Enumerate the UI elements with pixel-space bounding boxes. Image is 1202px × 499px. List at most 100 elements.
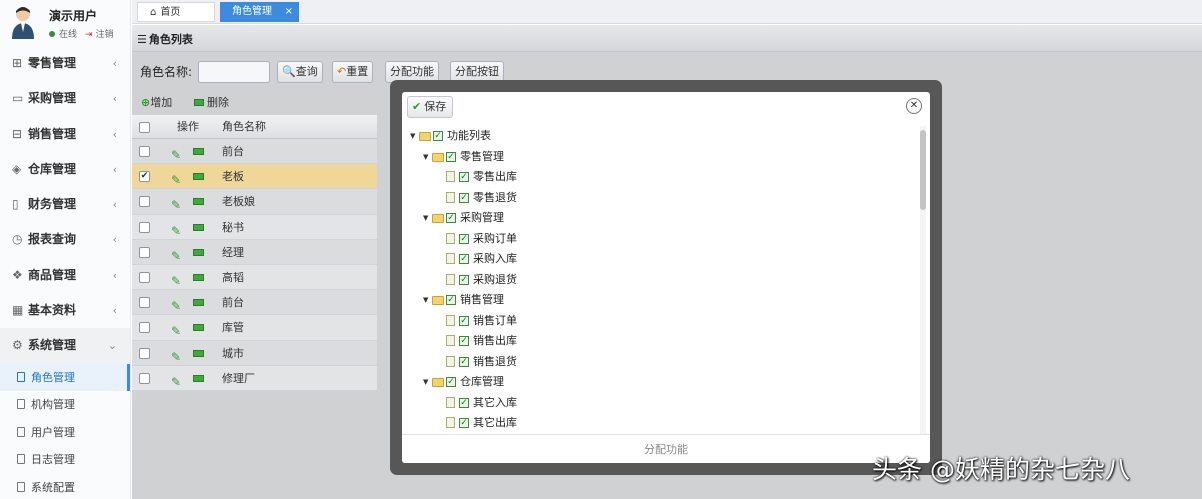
delete-row-icon[interactable] — [193, 374, 204, 382]
tree-checkbox[interactable]: ✓ — [446, 213, 456, 223]
expand-arrow-icon[interactable]: ▼ — [423, 290, 428, 310]
reset-button[interactable]: ↶重置 — [332, 61, 374, 83]
delete-row-icon[interactable] — [193, 299, 204, 307]
tree-checkbox[interactable]: ✓ — [459, 356, 469, 367]
delete-row-icon[interactable] — [193, 198, 204, 206]
select-all-checkbox[interactable] — [139, 122, 150, 133]
close-tab-icon[interactable]: × — [285, 2, 293, 21]
tree-checkbox[interactable]: ✓ — [459, 315, 469, 326]
delete-button[interactable]: 删除 — [194, 91, 229, 114]
table-row[interactable]: ✎ 库管 — [132, 315, 377, 341]
delete-row-icon[interactable] — [193, 173, 204, 181]
menu-system[interactable]: ⚙ 系统管理 ⌄ — [0, 328, 130, 364]
table-row[interactable]: ✎ 秘书 — [132, 214, 377, 240]
row-checkbox[interactable] — [139, 372, 150, 384]
tree-checkbox[interactable]: ✓ — [459, 172, 469, 182]
close-icon[interactable]: ✕ — [906, 98, 922, 114]
table-row[interactable]: ✎ 老板娘 — [132, 189, 377, 215]
row-checkbox[interactable] — [139, 347, 150, 359]
tree-leaf[interactable]: ✓ 销售出库 — [402, 331, 919, 352]
delete-row-icon[interactable] — [193, 148, 204, 155]
tree-checkbox[interactable]: ✓ — [446, 295, 456, 305]
submenu-log[interactable]: 日志管理 — [0, 446, 130, 474]
table-row[interactable]: ✎ 高韬 — [132, 264, 377, 291]
submenu-org[interactable]: 机构管理 — [0, 391, 130, 419]
query-button[interactable]: 🔍查询 — [277, 61, 323, 83]
tree-checkbox[interactable]: ✓ — [446, 377, 456, 387]
tree-checkbox[interactable]: ✓ — [459, 274, 469, 285]
add-button[interactable]: ⊕增加 — [141, 91, 172, 114]
tree-checkbox[interactable]: ✓ — [446, 151, 456, 162]
tree-checkbox[interactable]: ✓ — [459, 233, 469, 244]
tree-group[interactable]: ▼ ✓ 销售管理 — [402, 290, 919, 311]
tree-checkbox[interactable]: ✓ — [459, 192, 469, 203]
tree-root[interactable]: ▼ ✓ 功能列表 — [402, 126, 919, 147]
tree-group[interactable]: ▼ ✓ 采购管理 — [402, 208, 919, 229]
delete-row-icon[interactable] — [193, 248, 204, 256]
edit-icon[interactable]: ✎ — [171, 370, 181, 395]
expand-arrow-icon[interactable]: ▼ — [423, 372, 428, 392]
tree-checkbox[interactable]: ✓ — [459, 397, 469, 408]
submenu-user[interactable]: 用户管理 — [0, 419, 130, 447]
tree-checkbox[interactable]: ✓ — [459, 418, 469, 428]
file-icon — [446, 191, 455, 203]
table-row-selected[interactable]: ✔ ✎ 老板 — [132, 164, 377, 190]
menu-goods[interactable]: ❖ 商品管理 ‹ — [0, 258, 130, 293]
logout-icon[interactable]: ⇥ — [85, 30, 93, 40]
tree-checkbox[interactable]: ✓ — [459, 336, 469, 346]
tree-checkbox[interactable]: ✓ — [459, 254, 469, 264]
submenu-config[interactable]: 系统配置 — [0, 474, 130, 499]
expand-arrow-icon[interactable]: ▼ — [423, 147, 428, 167]
expand-arrow-icon[interactable]: ▼ — [423, 208, 428, 228]
tree-leaf[interactable]: ✓ 采购订单 — [402, 229, 919, 250]
tree-leaf[interactable]: ✓ 销售退货 — [402, 352, 919, 373]
tree-scrollbar[interactable] — [920, 126, 926, 434]
tree-leaf[interactable]: ✓ 其它出库 — [402, 413, 919, 434]
table-row[interactable]: ✎ 前台 — [132, 290, 377, 316]
delete-row-icon[interactable] — [193, 273, 204, 281]
menu-basic[interactable]: ▦ 基本资料 ‹ — [0, 293, 130, 328]
table-row[interactable]: ✎ 经理 — [132, 239, 377, 265]
rolename-input[interactable] — [198, 61, 270, 83]
tree-group[interactable]: ▼ ✓ 仓库管理 — [402, 372, 919, 393]
tree-leaf[interactable]: ✓ 零售退货 — [402, 188, 919, 209]
table-row[interactable]: ✎ 前台 — [132, 139, 377, 165]
save-button[interactable]: ✔ 保存 — [407, 96, 454, 118]
delete-row-icon[interactable] — [193, 324, 204, 332]
tree-leaf[interactable]: ✓ 采购入库 — [402, 249, 919, 270]
tree-checkbox[interactable]: ✓ — [433, 131, 443, 141]
row-checkbox[interactable] — [139, 246, 150, 258]
expand-arrow-icon[interactable]: ▼ — [410, 126, 415, 146]
row-checkbox[interactable] — [139, 146, 150, 157]
tab-home[interactable]: ⌂ 首页 — [137, 2, 215, 22]
row-checkbox[interactable]: ✔ — [139, 171, 150, 183]
tree-group[interactable]: ▼ ✓ 零售管理 — [402, 147, 919, 168]
menu-retail[interactable]: ⊞ 零售管理 ‹ — [0, 46, 130, 81]
tree-leaf[interactable]: ✓ 销售订单 — [402, 311, 919, 332]
menu-finance[interactable]: ▯ 财务管理 ‹ — [0, 187, 130, 222]
add-icon: ⊕ — [141, 96, 151, 109]
scrollbar-thumb[interactable] — [920, 130, 926, 210]
menu-reports[interactable]: ◷ 报表查询 ‹ — [0, 222, 130, 257]
tree-label: 销售出库 — [473, 334, 517, 347]
submenu-role[interactable]: 角色管理 — [0, 363, 130, 392]
tree-leaf[interactable]: ✓ 采购退货 — [402, 270, 919, 291]
delete-row-icon[interactable] — [193, 349, 204, 357]
row-checkbox[interactable] — [139, 322, 150, 334]
row-checkbox[interactable] — [139, 271, 150, 283]
tree-leaf[interactable]: ✓ 其它入库 — [402, 393, 919, 414]
tree-leaf[interactable]: ✓ 零售出库 — [402, 167, 919, 188]
logout-link[interactable]: 注销 — [96, 30, 114, 40]
table-row[interactable]: ✎ 修理厂 — [132, 365, 377, 391]
delete-row-icon[interactable] — [193, 223, 204, 231]
row-checkbox[interactable] — [139, 297, 150, 309]
row-checkbox[interactable] — [139, 221, 150, 233]
table-row[interactable]: ✎ 城市 — [132, 340, 377, 366]
menu-purchase[interactable]: ▭ 采购管理 ‹ — [0, 81, 130, 116]
menu-warehouse[interactable]: ◈ 仓库管理 ‹ — [0, 152, 130, 187]
tree-label: 采购订单 — [473, 231, 517, 245]
menu-label: 财务管理 — [28, 197, 77, 212]
row-checkbox[interactable] — [139, 196, 150, 208]
tab-role[interactable]: 角色管理 × — [220, 2, 299, 22]
menu-sales[interactable]: ⊟ 销售管理 ‹ — [0, 117, 130, 152]
